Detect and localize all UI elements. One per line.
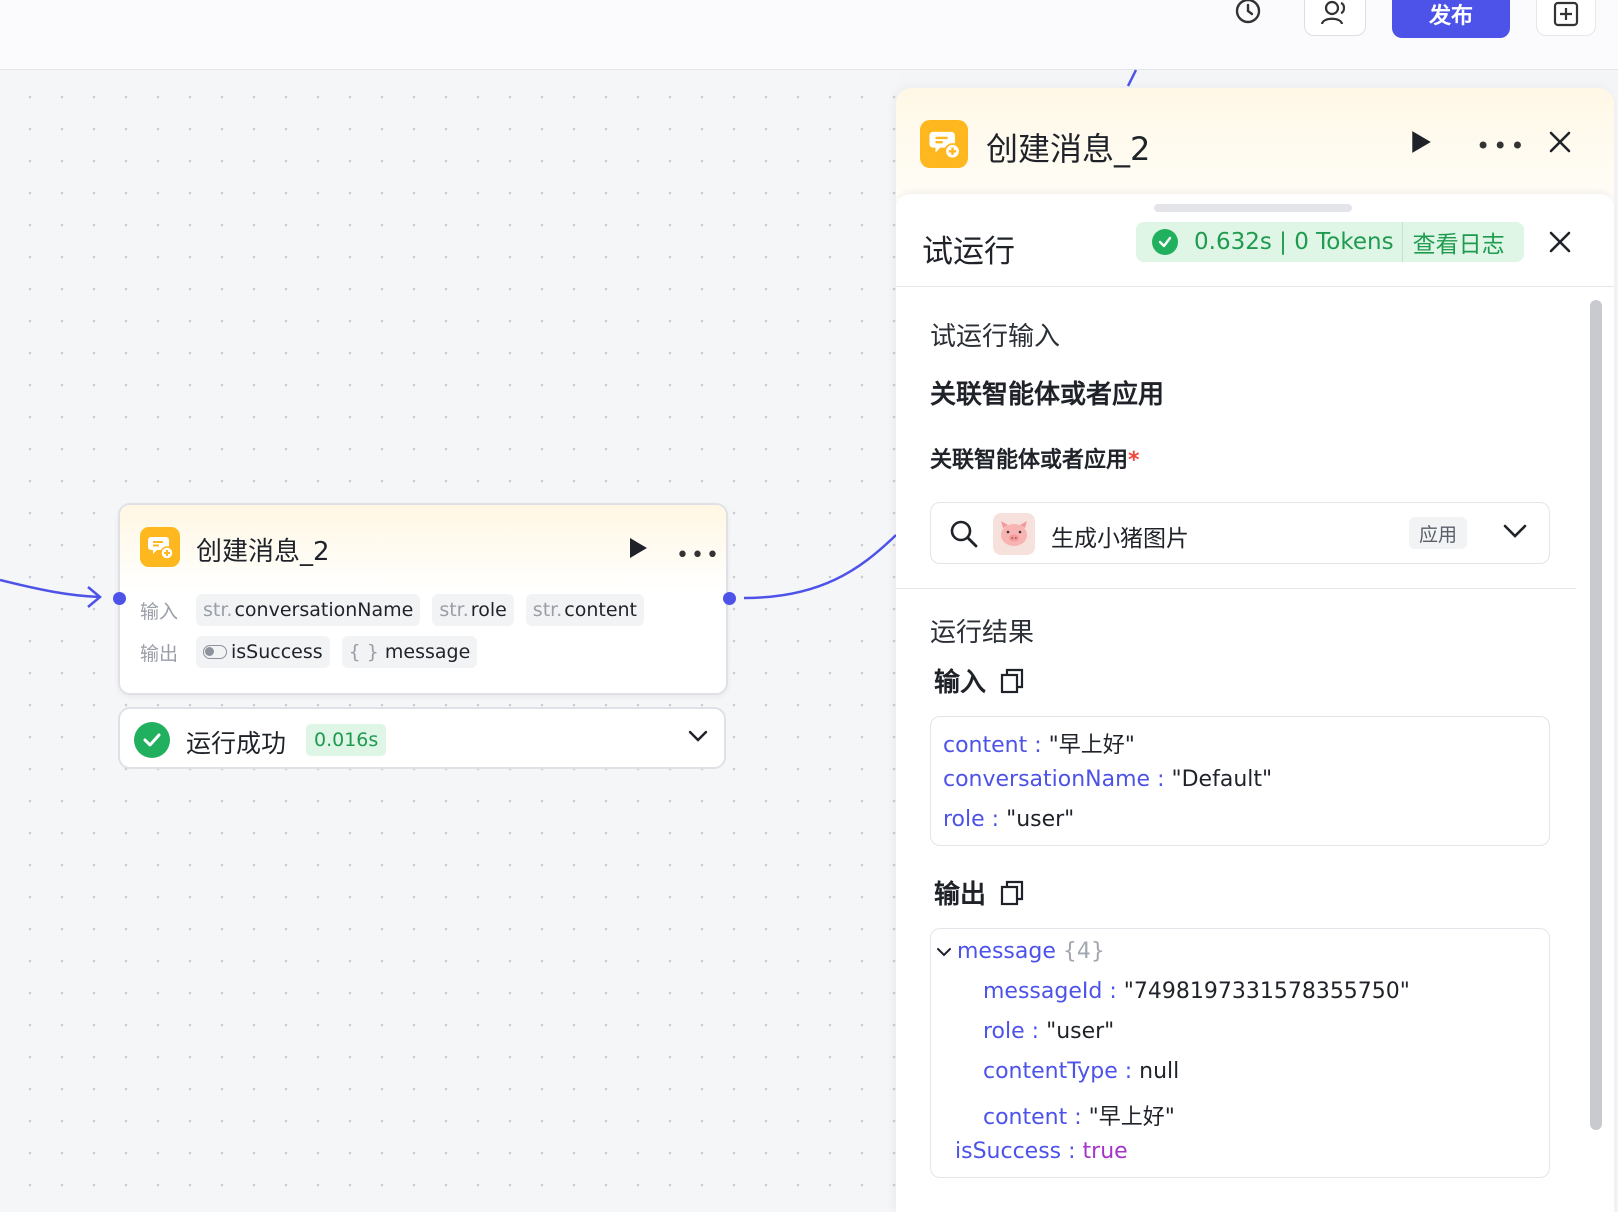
history-button[interactable] (1226, 0, 1270, 36)
chevron-down-icon[interactable] (1503, 523, 1527, 539)
drag-handle[interactable] (1154, 204, 1352, 212)
json-entry: role : "user" (983, 1019, 1115, 1044)
panel-header: 创建消息_2 ••• (896, 88, 1614, 198)
message-plus-icon (920, 120, 968, 168)
json-entry: isSuccess : true (955, 1139, 1128, 1164)
top-toolbar: 发布 (0, 0, 1618, 70)
more-icon[interactable]: ••• (1476, 132, 1527, 160)
users-icon (1320, 0, 1346, 25)
add-panel-icon (1553, 1, 1579, 27)
more-icon[interactable]: ••• (676, 543, 721, 568)
json-entry: messageId : "7498197331578355750" (983, 979, 1410, 1004)
trial-run-sheet: 试运行 0.632s | 0 Tokens 查看日志 试运行输入 关联智能体或者… (896, 194, 1614, 1212)
divider (896, 588, 1576, 589)
field-label: 关联智能体或者应用* (930, 448, 1140, 473)
agent-app-select[interactable]: 生成小猪图片 应用 (930, 502, 1550, 564)
run-status: 运行成功 (186, 729, 287, 758)
node-card[interactable]: 创建消息_2 ••• 输入 str. conversationName str. r… (118, 503, 728, 695)
json-entry: contentType : null (983, 1059, 1180, 1084)
input-port[interactable] (113, 592, 126, 605)
input-json-viewer: content : "早上好" conversationName : "Defa… (930, 716, 1550, 846)
json-entry: conversationName : "Default" (943, 767, 1273, 792)
field-group-title: 关联智能体或者应用 (930, 380, 1165, 410)
trial-input-heading: 试运行输入 (930, 322, 1061, 352)
message-plus-icon (140, 527, 180, 567)
publish-button[interactable]: 发布 (1392, 0, 1510, 38)
trial-run-title: 试运行 (922, 234, 1015, 270)
json-entry: role : "user" (943, 807, 1075, 832)
search-icon (950, 520, 978, 548)
chevron-down-icon[interactable] (688, 729, 708, 743)
collaborators-button[interactable] (1304, 0, 1366, 36)
scrollbar[interactable] (1590, 300, 1602, 1130)
pig-avatar-icon (993, 513, 1035, 555)
required-mark: * (1128, 448, 1140, 473)
copy-icon[interactable] (1000, 880, 1024, 906)
node-title: 创建消息_2 (196, 537, 330, 567)
output-chip: { } message (341, 636, 478, 668)
close-icon[interactable] (1548, 230, 1572, 254)
toggle-icon (203, 645, 227, 659)
close-icon[interactable] (1548, 130, 1572, 154)
output-chip: isSuccess (196, 636, 330, 668)
check-icon (1152, 229, 1178, 255)
node-outputs: 输出 isSuccess { } message (140, 635, 478, 669)
divider (896, 286, 1614, 287)
output-label: 输出 (140, 642, 179, 665)
output-json-viewer: message {4} messageId : "749819733157835… (930, 928, 1550, 1178)
check-icon (134, 722, 170, 758)
node-detail-panel: 创建消息_2 ••• 试运行 0.632s | 0 Tokens 查看日志 试运… (896, 88, 1614, 1212)
play-icon[interactable] (1410, 130, 1432, 154)
history-icon (1235, 0, 1261, 24)
node-header: 创建消息_2 ••• (120, 505, 726, 591)
input-section-heading: 输入 (934, 662, 1024, 699)
input-label: 输入 (140, 600, 179, 623)
copy-icon[interactable] (1000, 668, 1024, 694)
json-entry: content : "早上好" (983, 1105, 1175, 1130)
panel-title: 创建消息_2 (986, 130, 1151, 168)
input-chip: str. role (432, 594, 514, 626)
view-log-link[interactable]: 查看日志 (1413, 225, 1505, 259)
add-panel-button[interactable] (1536, 0, 1596, 36)
trial-run-stats: 0.632s | 0 Tokens 查看日志 (1136, 222, 1524, 262)
chevron-down-icon[interactable] (935, 946, 953, 958)
json-entry: content : "早上好" (943, 733, 1135, 758)
input-chip: str. conversationName (196, 594, 421, 626)
output-port[interactable] (723, 592, 736, 605)
selected-app-name: 生成小猪图片 (1051, 526, 1189, 552)
run-time-badge: 0.016s (306, 724, 387, 756)
run-result-heading: 运行结果 (930, 618, 1035, 648)
trial-run-duration: 0.632s | 0 Tokens (1194, 229, 1394, 255)
stats-divider (1401, 222, 1403, 262)
play-icon[interactable] (628, 537, 648, 559)
node-inputs: 输入 str. conversationName str. role str. con… (140, 593, 645, 627)
run-result-bar[interactable]: 运行成功 0.016s (118, 707, 726, 769)
json-entry-message[interactable]: message {4} (935, 939, 1105, 964)
top-edge (1126, 69, 1138, 87)
output-section-heading: 输出 (934, 874, 1024, 911)
app-type-badge: 应用 (1409, 517, 1468, 549)
input-chip: str. content (525, 594, 645, 626)
